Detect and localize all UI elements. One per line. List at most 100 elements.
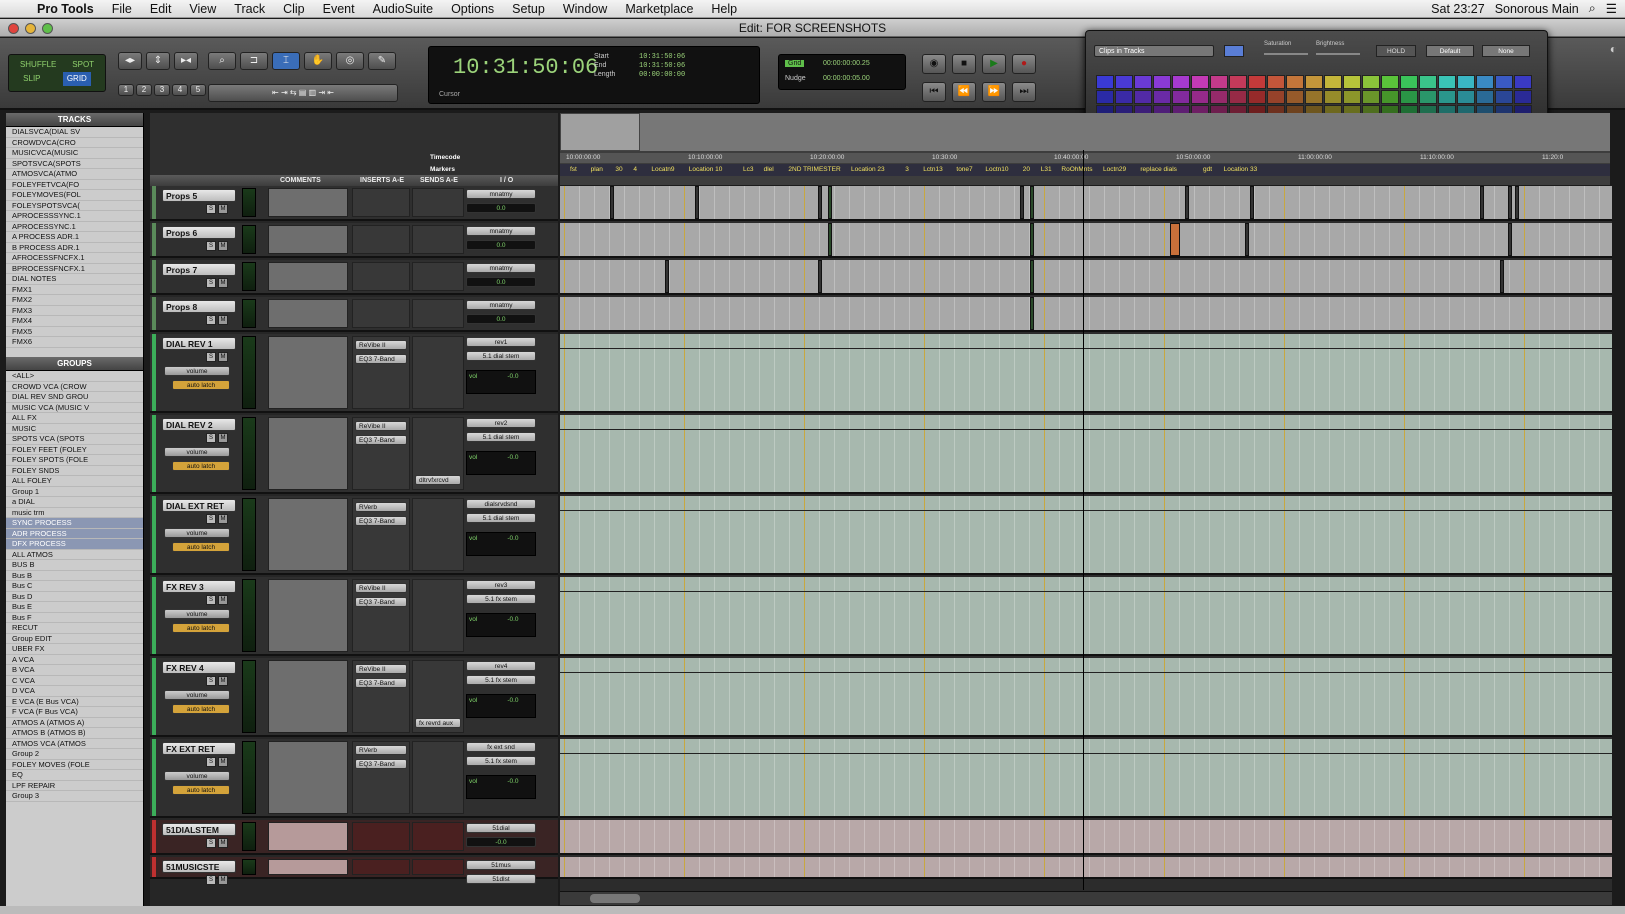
groups-panel-header[interactable]: GROUPS (6, 357, 143, 371)
edit-playlist[interactable] (560, 186, 1612, 221)
edit-playlist[interactable] (560, 223, 1612, 258)
solo-button[interactable]: S (206, 278, 216, 288)
track-list-item[interactable]: B PROCESS ADR.1 (6, 243, 143, 253)
color-swatch[interactable] (1495, 75, 1513, 89)
edit-playlist[interactable] (560, 297, 1612, 332)
audio-clip[interactable] (1245, 223, 1249, 256)
send-slot[interactable]: dltrvfxrcvd (415, 475, 461, 485)
main-counter-value[interactable]: 10:31:50:06 (453, 55, 598, 80)
mute-button[interactable]: M (218, 204, 228, 214)
comments-field[interactable] (268, 498, 348, 571)
track-list-item[interactable]: FMX4 (6, 316, 143, 327)
color-swatch[interactable] (1191, 75, 1209, 89)
io-selector[interactable]: mnatmy (466, 226, 536, 236)
track-list-item[interactable]: DIAL NOTES (6, 274, 143, 285)
track-name[interactable]: DIAL REV 2 (162, 418, 236, 431)
comments-field[interactable] (268, 299, 348, 328)
audio-clip[interactable] (1515, 186, 1519, 219)
audio-clip[interactable] (818, 186, 822, 219)
group-list-item[interactable]: Bus E (6, 602, 143, 613)
track-list-item[interactable]: BPROCESSFNCFX.1 (6, 264, 143, 274)
return-to-zero-icon[interactable]: ⏮ (922, 82, 946, 102)
insert-slot[interactable]: ReVibe II (355, 340, 407, 350)
color-swatch[interactable] (1115, 90, 1133, 104)
marker[interactable]: Location 33 (1224, 166, 1258, 173)
io-selector[interactable]: fx ext snd (466, 742, 536, 752)
insert-slot[interactable]: EQ3 7-Band (355, 759, 407, 769)
volume-selector[interactable]: volume (164, 447, 230, 457)
solo-button[interactable]: S (206, 875, 216, 885)
markers-ruler[interactable]: Markers fst plan 30 4 Locatn9 Location 10 Lc3 d… (430, 164, 1610, 176)
io-selector[interactable]: dialsrvdsnd (466, 499, 536, 509)
zoom-preset-4[interactable]: 4 (172, 84, 188, 96)
insert-slot[interactable]: EQ3 7-Band (355, 354, 407, 364)
none-button[interactable]: None (1482, 45, 1530, 57)
hold-button[interactable]: HOLD (1376, 45, 1416, 57)
nudge-label[interactable]: Nudge (785, 75, 806, 82)
audio-clip[interactable] (1020, 186, 1024, 219)
color-swatch[interactable] (1172, 90, 1190, 104)
group-list-item[interactable]: FOLEY SPOTS (FOLE (6, 455, 143, 466)
marker[interactable]: dlel (764, 166, 774, 173)
solo-button[interactable]: S (206, 204, 216, 214)
marker[interactable]: 4 (633, 166, 637, 173)
group-list-item[interactable]: MUSIC VCA (MUSIC V (6, 403, 143, 413)
audio-clip[interactable] (665, 260, 669, 293)
color-swatch[interactable] (1229, 90, 1247, 104)
color-swatch[interactable] (1191, 90, 1209, 104)
group-list-item[interactable]: Group 3 (6, 791, 143, 802)
marker[interactable]: replace dials (1140, 166, 1177, 173)
io-selector[interactable]: mnatmy (466, 263, 536, 273)
automation-mode[interactable]: auto latch (172, 785, 230, 795)
marker[interactable]: 2ND TRIMESTER (788, 166, 840, 173)
zoom-preset-5[interactable]: 5 (190, 84, 206, 96)
io-selector[interactable]: 51dlst (466, 874, 536, 884)
group-list-item[interactable]: Bus F (6, 613, 143, 623)
horizontal-scrollbar[interactable] (560, 891, 1612, 905)
volume-selector[interactable]: volume (164, 366, 230, 376)
group-list-item[interactable]: SYNC PROCESS (6, 518, 143, 529)
io-selector[interactable]: 5.1 dial stem (466, 513, 536, 523)
color-swatch[interactable] (1096, 75, 1114, 89)
insert-slot[interactable]: ReVibe II (355, 421, 407, 431)
mute-button[interactable]: M (218, 241, 228, 251)
menu-audiosuite[interactable]: AudioSuite (364, 2, 442, 16)
color-swatch[interactable] (1476, 90, 1494, 104)
group-list-item[interactable]: ALL ATMOS (6, 550, 143, 560)
color-swatch[interactable] (1305, 90, 1323, 104)
solo-button[interactable]: S (206, 315, 216, 325)
color-swatch[interactable] (1438, 75, 1456, 89)
volume-readout[interactable]: vol -0.0 (466, 532, 536, 556)
timecode-ruler[interactable]: Timecode 10:00:00:00 10:10:00:00 10:20:00:… (430, 153, 1610, 163)
menu-view[interactable]: View (180, 2, 225, 16)
solo-button[interactable]: S (206, 514, 216, 524)
track-name[interactable]: Props 7 (162, 263, 236, 276)
mute-button[interactable]: M (218, 514, 228, 524)
stop-icon[interactable]: ■ (952, 54, 976, 74)
mode-slip[interactable]: SLIP (23, 72, 40, 86)
menu-help[interactable]: Help (702, 2, 746, 16)
solo-button[interactable]: S (206, 757, 216, 767)
color-swatch[interactable] (1248, 90, 1266, 104)
audio-clip[interactable] (695, 186, 699, 219)
color-swatch[interactable] (1210, 90, 1228, 104)
color-swatch[interactable] (1476, 75, 1494, 89)
grid-label[interactable]: Grid (785, 60, 805, 67)
comments-field[interactable] (268, 660, 348, 733)
audio-clip[interactable] (1250, 186, 1254, 219)
edit-playlist[interactable] (560, 820, 1612, 855)
track-list-item[interactable]: ATMOSVCA(ATMO (6, 169, 143, 180)
zoom-preset-1[interactable]: 1 (118, 84, 134, 96)
universe-view[interactable] (560, 113, 1610, 151)
search-icon[interactable]: ⌕ (1589, 1, 1596, 16)
edit-playlist[interactable] (560, 415, 1612, 494)
group-list-item[interactable]: a DIAL (6, 497, 143, 508)
audio-clip[interactable] (828, 186, 832, 219)
comments-field[interactable] (268, 579, 348, 652)
grabber-tool-icon[interactable]: ✋ (304, 52, 332, 70)
color-swatch[interactable] (1381, 75, 1399, 89)
color-swatch[interactable] (1153, 75, 1171, 89)
mode-grid[interactable]: GRID (62, 72, 91, 86)
track-name[interactable]: Props 8 (162, 300, 236, 313)
group-list-item[interactable]: ADR PROCESS (6, 528, 143, 539)
